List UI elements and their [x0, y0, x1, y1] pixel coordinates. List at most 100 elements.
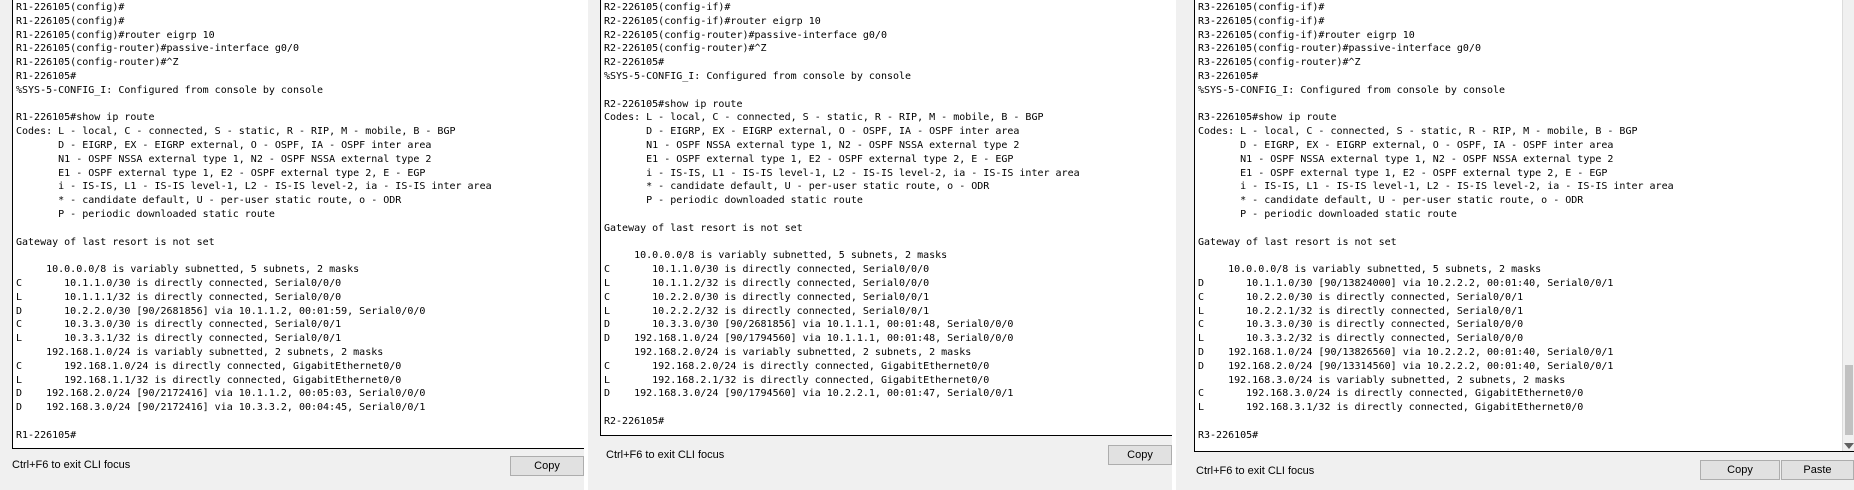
cli-line: D 192.168.1.0/24 [90/13826560] via 10.2.…	[1198, 346, 1614, 358]
cli-line: N1 - OSPF NSSA external type 1, N2 - OSP…	[16, 153, 432, 165]
cli-line: Codes: L - local, C - connected, S - sta…	[1198, 126, 1638, 138]
cli-line: %SYS-5-CONFIG_I: Configured from console…	[16, 84, 324, 96]
cli-line: 192.168.3.0/24 is variably subnetted, 2 …	[1198, 374, 1566, 386]
cli-line: R1-226105(config)#	[16, 2, 125, 13]
cli-line: R2-226105(config-if)#router eigrp 10	[604, 15, 821, 27]
cli-focus-hint: Ctrl+F6 to exit CLI focus	[12, 459, 131, 471]
cli-line: Codes: L - local, C - connected, S - sta…	[16, 126, 456, 138]
cli-line	[1198, 98, 1853, 112]
scroll-down-arrow-icon[interactable]	[1844, 443, 1854, 449]
cli-line: R3-226105(config-router)#^Z	[1198, 57, 1361, 69]
cli-line: 10.0.0.0/8 is variably subnetted, 5 subn…	[16, 264, 360, 276]
cli-line: R1-226105#show ip route	[16, 112, 155, 124]
cli-line: D 10.3.3.0/30 [90/2681856] via 10.1.1.1,…	[604, 319, 1014, 331]
cli-terminal[interactable]: R3-226105(config-if)# R3-226105(config-if…	[1194, 0, 1854, 452]
copy-button[interactable]: Copy	[1700, 460, 1780, 480]
cli-line: R1-226105#	[16, 70, 77, 82]
cli-line: %SYS-5-CONFIG_I: Configured from console…	[1198, 84, 1506, 96]
cli-line: C 10.1.1.0/30 is directly connected, Ser…	[16, 277, 342, 289]
cli-line: R3-226105(config-if)#	[1198, 2, 1325, 13]
cli-line: Codes: L - local, C - connected, S - sta…	[604, 112, 1044, 124]
router-r1-cli-panel: R1-226105(config)# R1-226105(config)# R1-2…	[0, 0, 585, 490]
cli-line: C 10.2.2.0/30 is directly connected, Ser…	[1198, 291, 1524, 303]
cli-line: N1 - OSPF NSSA external type 1, N2 - OSP…	[1198, 153, 1614, 165]
cli-line: * - candidate default, U - per-user stat…	[16, 195, 402, 207]
cli-line: R2-226105(config-if)#	[604, 2, 731, 13]
cli-line: L 10.3.3.2/32 is directly connected, Ser…	[1198, 333, 1524, 345]
router-r2-cli-panel: R2-226105(config-if)# R2-226105(config-if…	[588, 0, 1175, 490]
cli-line: L 10.2.2.2/32 is directly connected, Ser…	[604, 305, 930, 317]
cli-line: C 10.2.2.0/30 is directly connected, Ser…	[604, 291, 930, 303]
cli-line: * - candidate default, U - per-user stat…	[1198, 195, 1584, 207]
cli-line: Gateway of last resort is not set	[1198, 236, 1397, 248]
cli-line: D 192.168.2.0/24 [90/13314560] via 10.2.…	[1198, 360, 1614, 372]
cli-line: R2-226105#	[604, 415, 665, 427]
cli-line: 10.0.0.0/8 is variably subnetted, 5 subn…	[604, 250, 948, 262]
cli-line: Gateway of last resort is not set	[604, 222, 803, 234]
cli-line: D 10.1.1.0/30 [90/13824000] via 10.2.2.2…	[1198, 277, 1614, 289]
cli-line: L 10.1.1.2/32 is directly connected, Ser…	[604, 277, 930, 289]
cli-line: R3-226105(config-router)#passive-interfa…	[1198, 43, 1481, 55]
cli-line: R3-226105#show ip route	[1198, 112, 1337, 124]
cli-focus-hint: Ctrl+F6 to exit CLI focus	[1196, 465, 1315, 477]
cli-line: R3-226105#	[1198, 70, 1259, 82]
copy-button[interactable]: Copy	[510, 456, 584, 476]
cli-line: D - EIGRP, EX - EIGRP external, O - OSPF…	[604, 126, 1020, 138]
cli-terminal[interactable]: R2-226105(config-if)# R2-226105(config-if…	[600, 0, 1175, 436]
cli-focus-hint: Ctrl+F6 to exit CLI focus	[606, 449, 725, 461]
cli-line: L 192.168.3.1/32 is directly connected, …	[1198, 402, 1584, 414]
copy-button[interactable]: Copy	[1108, 445, 1172, 465]
cli-line	[604, 236, 1174, 250]
cli-line	[16, 415, 584, 429]
cli-line: R2-226105(config-router)#passive-interfa…	[604, 29, 887, 41]
cli-line: P - periodic downloaded static route	[604, 195, 863, 207]
cli-line: E1 - OSPF external type 1, E2 - OSPF ext…	[604, 153, 1014, 165]
cli-line	[604, 84, 1174, 98]
cli-line: E1 - OSPF external type 1, E2 - OSPF ext…	[16, 167, 426, 179]
cli-line: R3-226105(config-if)#router eigrp 10	[1198, 29, 1415, 41]
cli-line: R3-226105#	[1198, 429, 1259, 441]
cli-line: N1 - OSPF NSSA external type 1, N2 - OSP…	[604, 139, 1020, 151]
cli-line: E1 - OSPF external type 1, E2 - OSPF ext…	[1198, 167, 1608, 179]
scrollbar-thumb[interactable]	[1845, 365, 1853, 435]
cli-line: C 10.1.1.0/30 is directly connected, Ser…	[604, 264, 930, 276]
cli-line: i - IS-IS, L1 - IS-IS level-1, L2 - IS-I…	[1198, 181, 1674, 193]
cli-line: R1-226105(config-router)#^Z	[16, 57, 179, 69]
cli-line: R1-226105#	[16, 429, 77, 441]
cli-line	[1198, 249, 1853, 263]
cli-line: L 10.1.1.1/32 is directly connected, Ser…	[16, 291, 342, 303]
cli-line: i - IS-IS, L1 - IS-IS level-1, L2 - IS-I…	[604, 167, 1080, 179]
cli-line: P - periodic downloaded static route	[1198, 208, 1457, 220]
cli-line: D - EIGRP, EX - EIGRP external, O - OSPF…	[16, 139, 432, 151]
cli-line: R2-226105#show ip route	[604, 98, 743, 110]
cli-line: D - EIGRP, EX - EIGRP external, O - OSPF…	[1198, 139, 1614, 151]
cli-line: L 10.2.2.1/32 is directly connected, Ser…	[1198, 305, 1524, 317]
cli-line: R1-226105(config)#router eigrp 10	[16, 29, 215, 41]
cli-line: 10.0.0.0/8 is variably subnetted, 5 subn…	[1198, 264, 1542, 276]
cli-line: D 192.168.2.0/24 [90/2172416] via 10.1.1…	[16, 388, 426, 400]
cli-line: D 10.2.2.0/30 [90/2681856] via 10.1.1.2,…	[16, 305, 426, 317]
cli-line: R1-226105(config-router)#passive-interfa…	[16, 43, 299, 55]
terminal-scrollbar[interactable]	[1842, 0, 1854, 451]
cli-line: D 192.168.3.0/24 [90/2172416] via 10.3.3…	[16, 402, 426, 414]
cli-line: C 192.168.3.0/24 is directly connected, …	[1198, 388, 1584, 400]
cli-line: 192.168.2.0/24 is variably subnetted, 2 …	[604, 346, 972, 358]
cli-line: C 10.3.3.0/30 is directly connected, Ser…	[1198, 319, 1524, 331]
cli-line	[1198, 222, 1853, 236]
cli-output: R2-226105(config-if)# R2-226105(config-if…	[601, 0, 1174, 429]
cli-line: Gateway of last resort is not set	[16, 236, 215, 248]
cli-line: C 192.168.2.0/24 is directly connected, …	[604, 360, 990, 372]
cli-output: R1-226105(config)# R1-226105(config)# R1-2…	[13, 0, 584, 443]
cli-line: L 192.168.1.1/32 is directly connected, …	[16, 374, 402, 386]
cli-output: R3-226105(config-if)# R3-226105(config-if…	[1195, 0, 1853, 443]
cli-line: 192.168.1.0/24 is variably subnetted, 2 …	[16, 346, 384, 358]
cli-line: R2-226105(config-router)#^Z	[604, 43, 767, 55]
paste-button[interactable]: Paste	[1781, 460, 1854, 480]
cli-line: R3-226105(config-if)#	[1198, 15, 1325, 27]
cli-line	[604, 401, 1174, 415]
cli-line: i - IS-IS, L1 - IS-IS level-1, L2 - IS-I…	[16, 181, 492, 193]
cli-line: P - periodic downloaded static route	[16, 208, 275, 220]
cli-line	[16, 249, 584, 263]
cli-line: * - candidate default, U - per-user stat…	[604, 181, 990, 193]
cli-terminal[interactable]: R1-226105(config)# R1-226105(config)# R1-2…	[12, 0, 585, 449]
